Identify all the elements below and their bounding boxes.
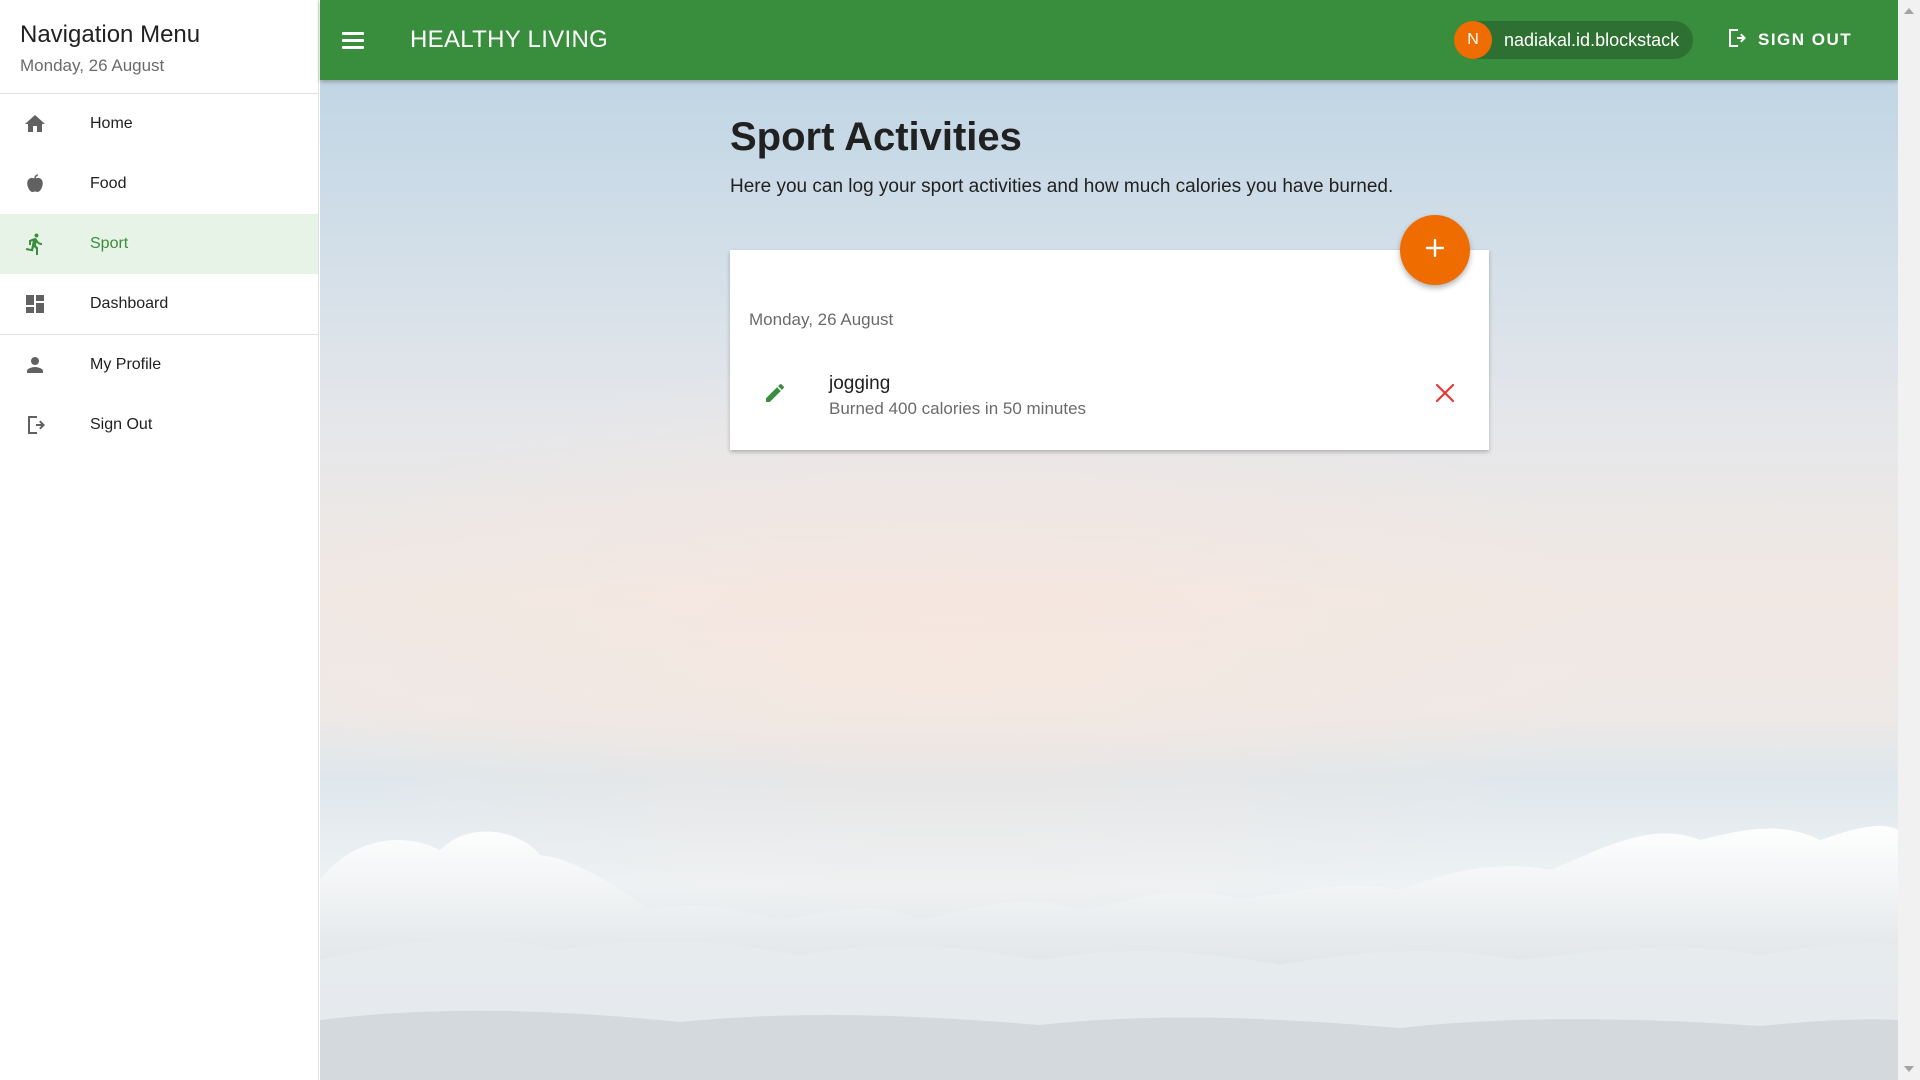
activity-card: Monday, 26 August jogging Burned 400 cal… [730, 250, 1489, 450]
menu-icon-line [342, 31, 364, 35]
drawer-header: Navigation Menu Monday, 26 August [0, 0, 318, 94]
scroll-up-arrow[interactable] [1904, 8, 1914, 14]
sidebar-item-my-profile[interactable]: My Profile [0, 335, 318, 395]
menu-button[interactable] [342, 27, 368, 53]
sign-out-button[interactable]: SIGN OUT [1724, 26, 1852, 54]
sidebar-item-label: Sign Out [90, 416, 153, 433]
app-bar: HEALTHY LIVING N nadiakal.id.blockstack … [320, 0, 1898, 80]
card-date: Monday, 26 August [749, 310, 894, 329]
sidebar-item-sport[interactable]: Sport [0, 214, 318, 274]
nav-group-account: My Profile Sign Out [0, 335, 318, 455]
menu-icon-line [342, 45, 364, 49]
home-icon [22, 111, 48, 137]
page-title: Sport Activities [730, 115, 1022, 159]
nav-group-main: Home Food Sport Dashboard [0, 94, 318, 335]
edit-button[interactable] [760, 380, 790, 410]
run-icon [22, 231, 48, 257]
activity-detail: Burned 400 calories in 50 minutes [829, 399, 1087, 418]
close-icon [1434, 382, 1456, 409]
sidebar-item-dashboard[interactable]: Dashboard [0, 274, 318, 334]
sidebar-item-sign-out[interactable]: Sign Out [0, 395, 318, 455]
sign-out-label: SIGN OUT [1758, 30, 1853, 49]
drawer-title: Navigation Menu [20, 21, 201, 48]
sidebar-item-label: Sport [90, 235, 129, 252]
background-clouds [320, 825, 1898, 1080]
menu-icon-line [342, 38, 364, 42]
user-name: nadiakal.id.blockstack [1504, 29, 1680, 50]
plus-icon [1423, 236, 1447, 265]
user-chip[interactable]: N nadiakal.id.blockstack [1454, 21, 1694, 59]
page-header: Sport Activities Here you can log your s… [730, 115, 1490, 198]
list-item: jogging Burned 400 calories in 50 minute… [730, 368, 1489, 428]
activity-name: jogging [829, 373, 891, 394]
vertical-scrollbar[interactable] [1898, 0, 1920, 1080]
drawer-date: Monday, 26 August [20, 56, 165, 75]
exit-icon [22, 412, 48, 438]
app-title: HEALTHY LIVING [410, 26, 609, 53]
page-description: Here you can log your sport activities a… [730, 176, 1394, 197]
sidebar-item-label: Food [90, 175, 127, 192]
dashboard-icon [22, 291, 48, 317]
exit-icon [1724, 26, 1748, 55]
scroll-down-arrow[interactable] [1904, 1066, 1914, 1072]
sidebar-item-label: My Profile [90, 356, 162, 373]
add-activity-button[interactable] [1400, 215, 1470, 285]
sidebar-item-home[interactable]: Home [0, 94, 318, 154]
sidebar-item-food[interactable]: Food [0, 154, 318, 214]
avatar: N [1454, 21, 1492, 59]
person-icon [22, 352, 48, 378]
sidebar-item-label: Dashboard [90, 295, 169, 312]
apple-icon [22, 171, 48, 197]
pencil-icon [763, 381, 787, 410]
delete-button[interactable] [1431, 381, 1459, 409]
sidebar-item-label: Home [90, 115, 133, 132]
navigation-drawer: Navigation Menu Monday, 26 August Home F… [0, 0, 319, 1080]
